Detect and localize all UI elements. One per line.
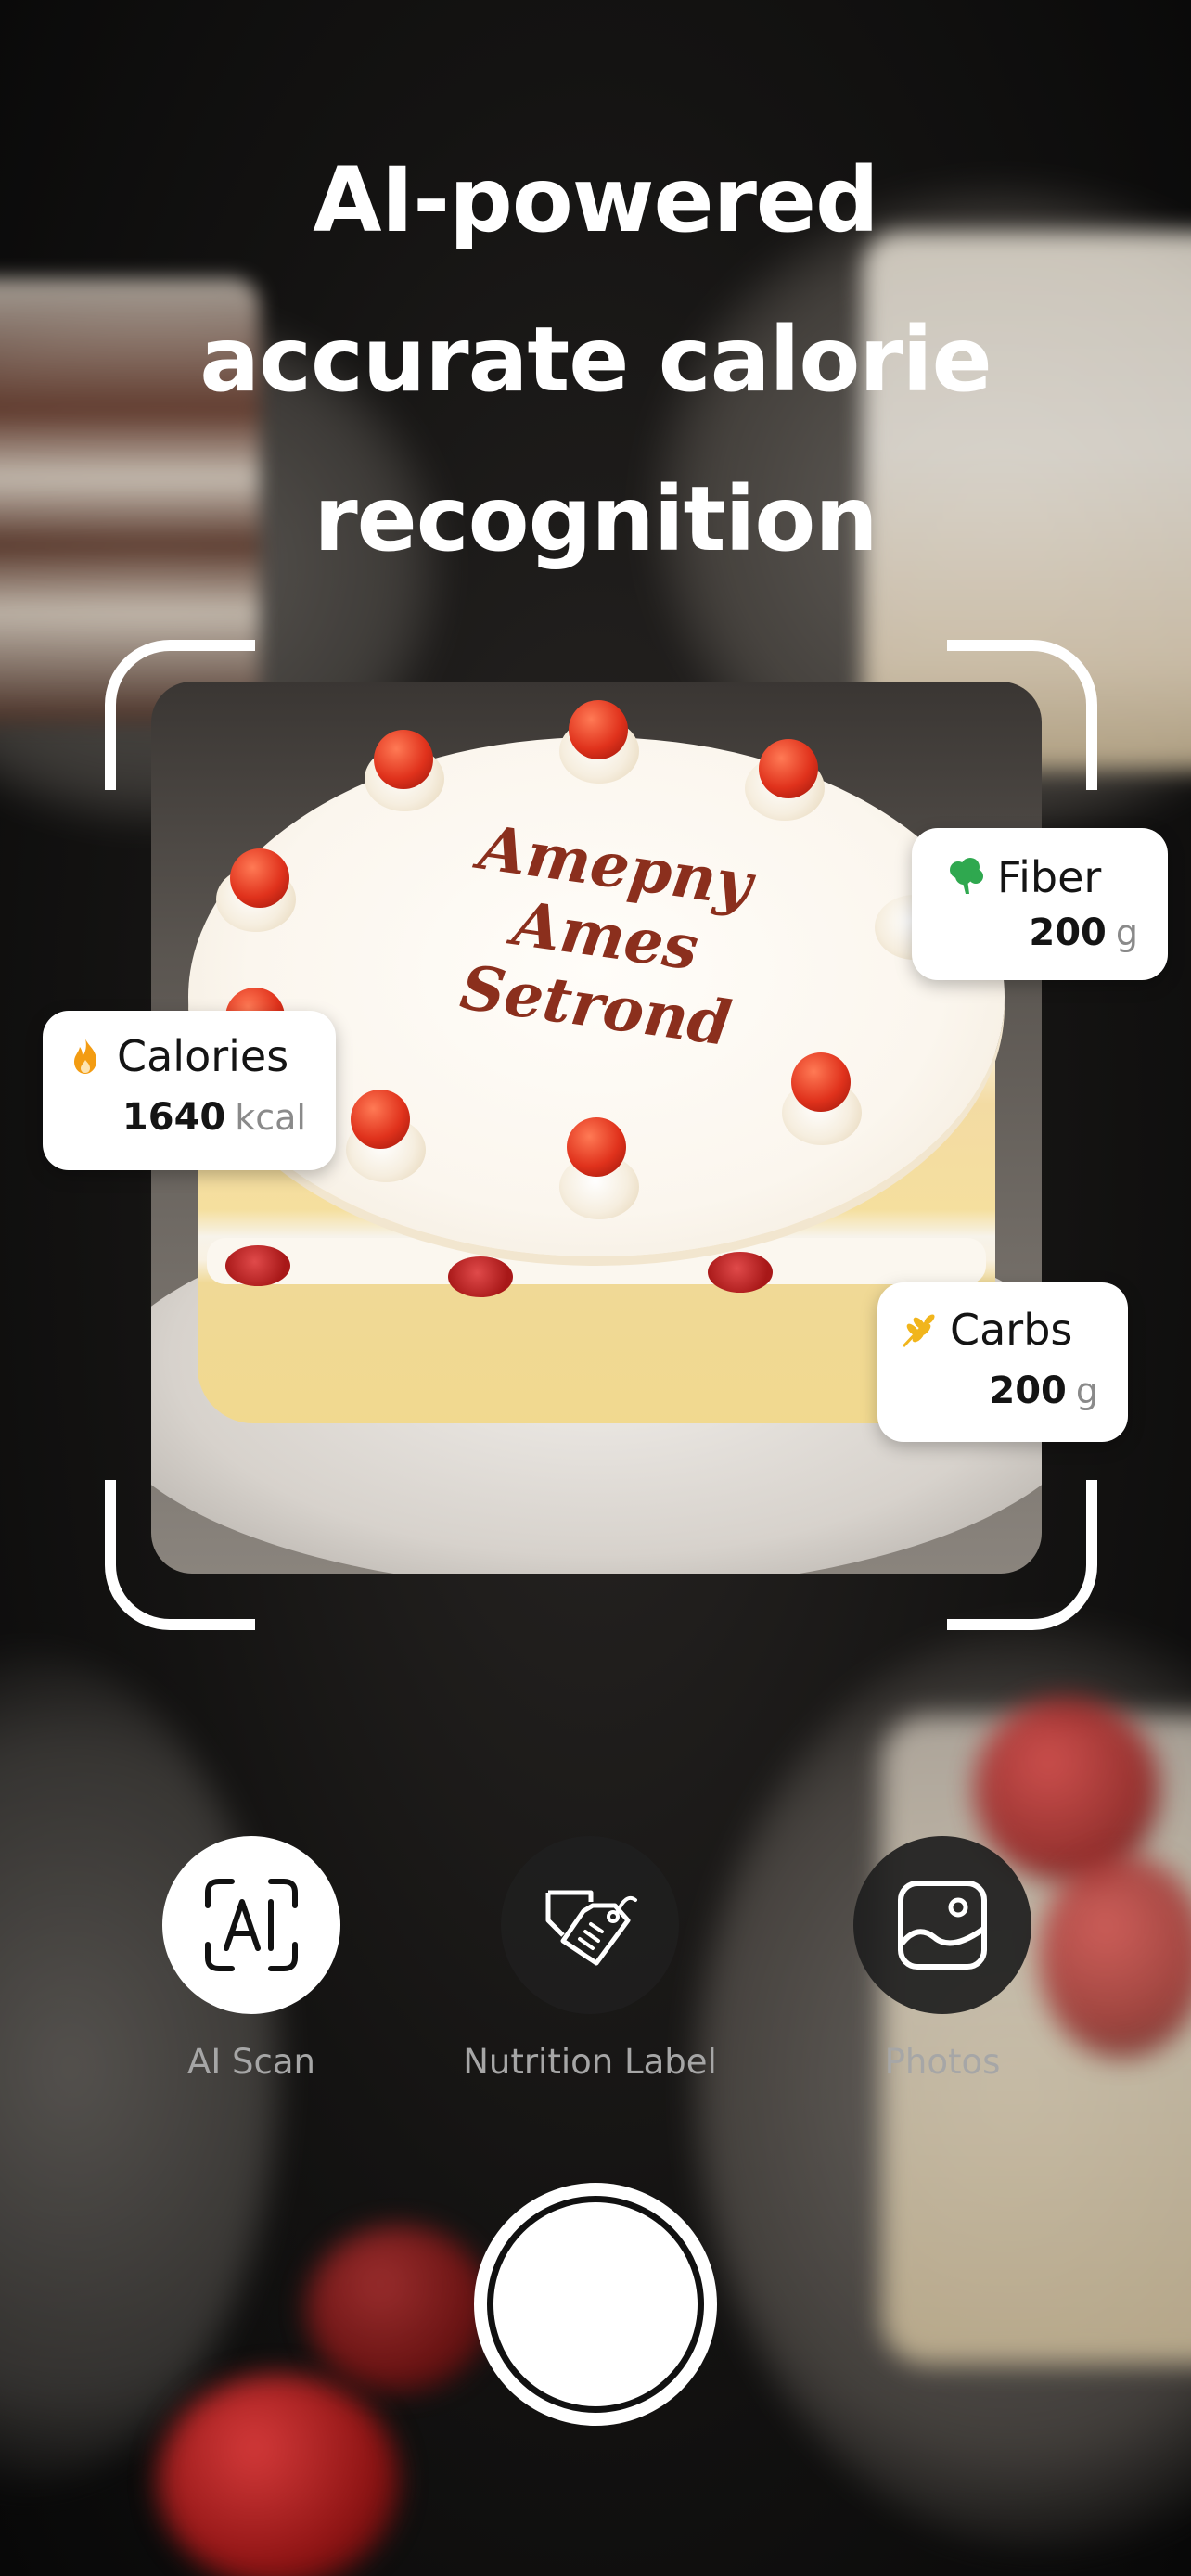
fiber-header: Fiber	[945, 852, 1101, 902]
photos-label: Photos	[884, 2042, 1001, 2082]
carbs-label: Carbs	[950, 1305, 1073, 1355]
strawberry	[569, 700, 628, 759]
background-strawberry	[158, 2374, 399, 2576]
shutter-button[interactable]	[474, 2183, 717, 2426]
image-icon	[898, 1881, 987, 1970]
calories-label: Calories	[117, 1031, 289, 1081]
ai-scan-button[interactable]: AI Scan	[162, 1836, 340, 2082]
fiber-badge: Fiber 200 g	[912, 828, 1168, 980]
carbs-unit: g	[1075, 1371, 1098, 1411]
fiber-unit: g	[1115, 912, 1138, 953]
shutter-inner-ring[interactable]	[487, 2196, 704, 2413]
strawberry	[708, 1252, 773, 1293]
strawberry	[448, 1256, 513, 1297]
price-tag-icon	[545, 1890, 637, 1966]
ai-scan-label: AI Scan	[187, 2042, 315, 2082]
ai-scan-circle[interactable]	[162, 1836, 340, 2014]
strawberry	[374, 730, 433, 789]
wheat-icon	[902, 1314, 935, 1348]
photos-button[interactable]: Photos	[853, 1836, 1031, 2082]
calories-value: 1640	[122, 1096, 226, 1139]
nutrition-label-circle[interactable]	[501, 1836, 679, 2014]
fiber-value: 200	[1029, 912, 1107, 954]
calories-value-row: 1640 kcal	[122, 1096, 306, 1139]
fiber-label: Fiber	[997, 852, 1102, 902]
carbs-badge: Carbs 200 g	[877, 1282, 1128, 1442]
strawberry	[230, 848, 289, 908]
scan-frame-corner	[105, 640, 255, 790]
strawberry	[225, 1245, 290, 1286]
broccoli-icon	[950, 858, 983, 894]
camera-screen: AI-powered accurate calorie recognition …	[0, 0, 1191, 2576]
calories-badge: Calories 1640 kcal	[43, 1011, 336, 1170]
background-strawberry	[306, 2225, 492, 2392]
carbs-header: Carbs	[898, 1305, 1072, 1355]
calories-unit: kcal	[235, 1097, 306, 1138]
flame-icon	[74, 1039, 96, 1074]
page-title: AI-powered accurate calorie recognition	[199, 148, 992, 571]
scan-frame-corner	[947, 640, 1097, 790]
strawberry	[567, 1117, 626, 1177]
strawberry	[759, 739, 818, 798]
nutrition-label-label: Nutrition Label	[463, 2042, 717, 2082]
carbs-value: 200	[989, 1370, 1067, 1412]
carbs-value-row: 200 g	[989, 1370, 1098, 1412]
fiber-value-row: 200 g	[1029, 912, 1138, 954]
strawberry	[351, 1090, 410, 1149]
scan-frame-corner	[105, 1480, 255, 1630]
photos-circle[interactable]	[853, 1836, 1031, 2014]
nutrition-label-button[interactable]: Nutrition Label	[463, 1836, 717, 2082]
ai-scan-icon	[205, 1879, 298, 1971]
scan-frame-corner	[947, 1480, 1097, 1630]
calories-header: Calories	[65, 1031, 288, 1081]
